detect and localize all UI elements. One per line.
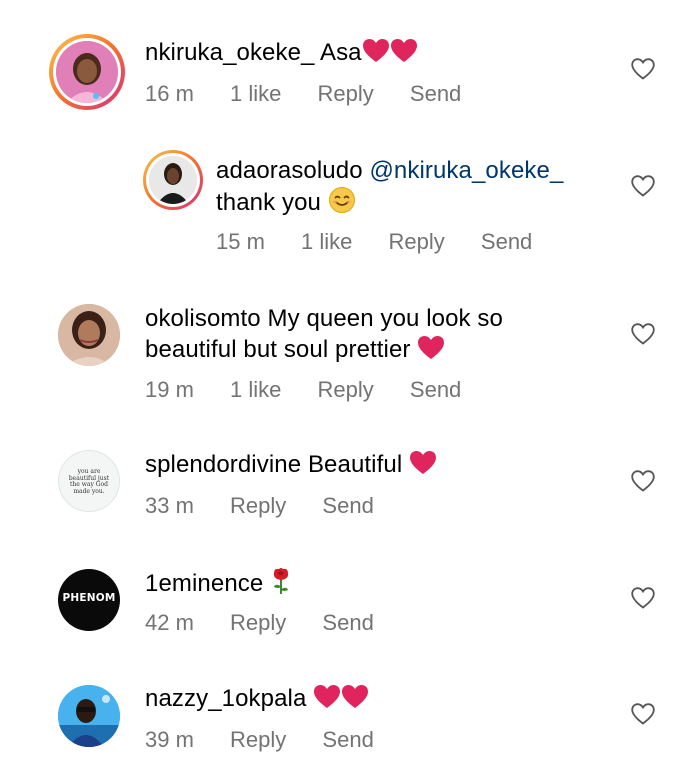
comment-item: you are beautiful just the way God made … <box>0 440 695 550</box>
comment-text: splendordivine Beautiful <box>145 450 437 480</box>
comment-mention[interactable]: @nkiruka_okeke_ <box>369 157 563 184</box>
heart-outline-icon[interactable] <box>631 587 655 609</box>
comment-text: 1eminence <box>145 567 292 599</box>
comment-item: adaorasoludo @nkiruka_okeke_ thank you 1… <box>0 140 695 270</box>
send-button[interactable]: Send <box>481 228 532 256</box>
avatar-quote-text: you are beautiful just the way God made … <box>59 468 119 495</box>
comment-body: Beautiful <box>307 451 403 478</box>
heart-outline-icon[interactable] <box>631 175 655 197</box>
comment-meta: 16 m 1 like Reply Send <box>145 80 461 108</box>
comment-time: 33 m <box>145 493 194 518</box>
comment-likes-count[interactable]: 1 like <box>230 80 281 108</box>
avatar[interactable] <box>49 34 125 110</box>
comment-username[interactable]: 1eminence <box>145 570 263 597</box>
comment-item: nazzy_1okpala 39 m Reply Send <box>0 673 695 773</box>
send-button[interactable]: Send <box>322 492 373 520</box>
comment-body: beautiful but soul prettier <box>145 336 411 363</box>
comment-text: okolisomto My queen you look so <box>145 304 503 334</box>
comment-text: thank you <box>216 186 356 218</box>
avatar[interactable] <box>58 685 120 747</box>
reply-button[interactable]: Reply <box>389 228 445 256</box>
comment-time: 39 m <box>145 727 194 752</box>
comment-time: 19 m <box>145 377 194 402</box>
avatar-quote-line: made you. <box>73 487 105 495</box>
comment-text: nkiruka_okeke_ Asa <box>145 38 418 68</box>
send-button[interactable]: Send <box>410 376 461 404</box>
comment-time: 16 m <box>145 81 194 106</box>
avatar-logo-text: PHENOM <box>62 592 116 604</box>
red-heart-icon <box>362 38 390 64</box>
comment-meta: 15 m 1 like Reply Send <box>216 228 532 256</box>
comment-time: 15 m <box>216 229 265 254</box>
comment-username[interactable]: splendordivine <box>145 451 301 478</box>
heart-outline-icon[interactable] <box>631 703 655 725</box>
avatar[interactable]: you are beautiful just the way God made … <box>58 450 120 512</box>
reply-button[interactable]: Reply <box>318 80 374 108</box>
comment-meta: 19 m 1 like Reply Send <box>145 376 461 404</box>
reply-button[interactable]: Reply <box>230 726 286 754</box>
comment-item: nkiruka_okeke_ Asa 16 m 1 like Reply Sen… <box>0 0 695 130</box>
red-heart-icon <box>341 684 369 710</box>
send-button[interactable]: Send <box>322 726 373 754</box>
comment-meta: 39 m Reply Send <box>145 726 374 754</box>
comment-text: adaorasoludo @nkiruka_okeke_ <box>216 156 563 186</box>
reply-button[interactable]: Reply <box>230 492 286 520</box>
red-heart-icon <box>417 335 445 361</box>
comment-body: My queen you look so <box>267 305 503 332</box>
comment-username[interactable]: okolisomto <box>145 305 261 332</box>
comment-username[interactable]: nazzy_1okpala <box>145 685 306 712</box>
avatar[interactable]: PHENOM <box>58 569 120 631</box>
comment-likes-count[interactable]: 1 like <box>301 228 352 256</box>
heart-outline-icon[interactable] <box>631 470 655 492</box>
comment-text: beautiful but soul prettier <box>145 335 445 365</box>
comment-username[interactable]: nkiruka_okeke_ <box>145 39 315 66</box>
comment-text: nazzy_1okpala <box>145 684 369 714</box>
smiling-face-icon <box>328 186 356 214</box>
send-button[interactable]: Send <box>322 609 373 637</box>
heart-outline-icon[interactable] <box>631 323 655 345</box>
reply-button[interactable]: Reply <box>230 609 286 637</box>
comment-meta: 42 m Reply Send <box>145 609 374 637</box>
reply-button[interactable]: Reply <box>318 376 374 404</box>
comment-meta: 33 m Reply Send <box>145 492 374 520</box>
send-button[interactable]: Send <box>410 80 461 108</box>
avatar[interactable] <box>143 150 203 210</box>
comment-username[interactable]: adaorasoludo <box>216 157 363 184</box>
avatar[interactable] <box>58 304 120 366</box>
red-heart-icon <box>390 38 418 64</box>
rose-icon <box>270 567 292 595</box>
comment-body: thank you <box>216 189 321 216</box>
heart-outline-icon[interactable] <box>631 58 655 80</box>
comment-likes-count[interactable]: 1 like <box>230 376 281 404</box>
comment-body: Asa <box>319 39 362 66</box>
comment-item: okolisomto My queen you look so beautifu… <box>0 290 695 420</box>
comment-time: 42 m <box>145 610 194 635</box>
comment-item: PHENOM 1eminence 42 m Reply Send <box>0 557 695 667</box>
red-heart-icon <box>313 684 341 710</box>
red-heart-icon <box>409 450 437 476</box>
